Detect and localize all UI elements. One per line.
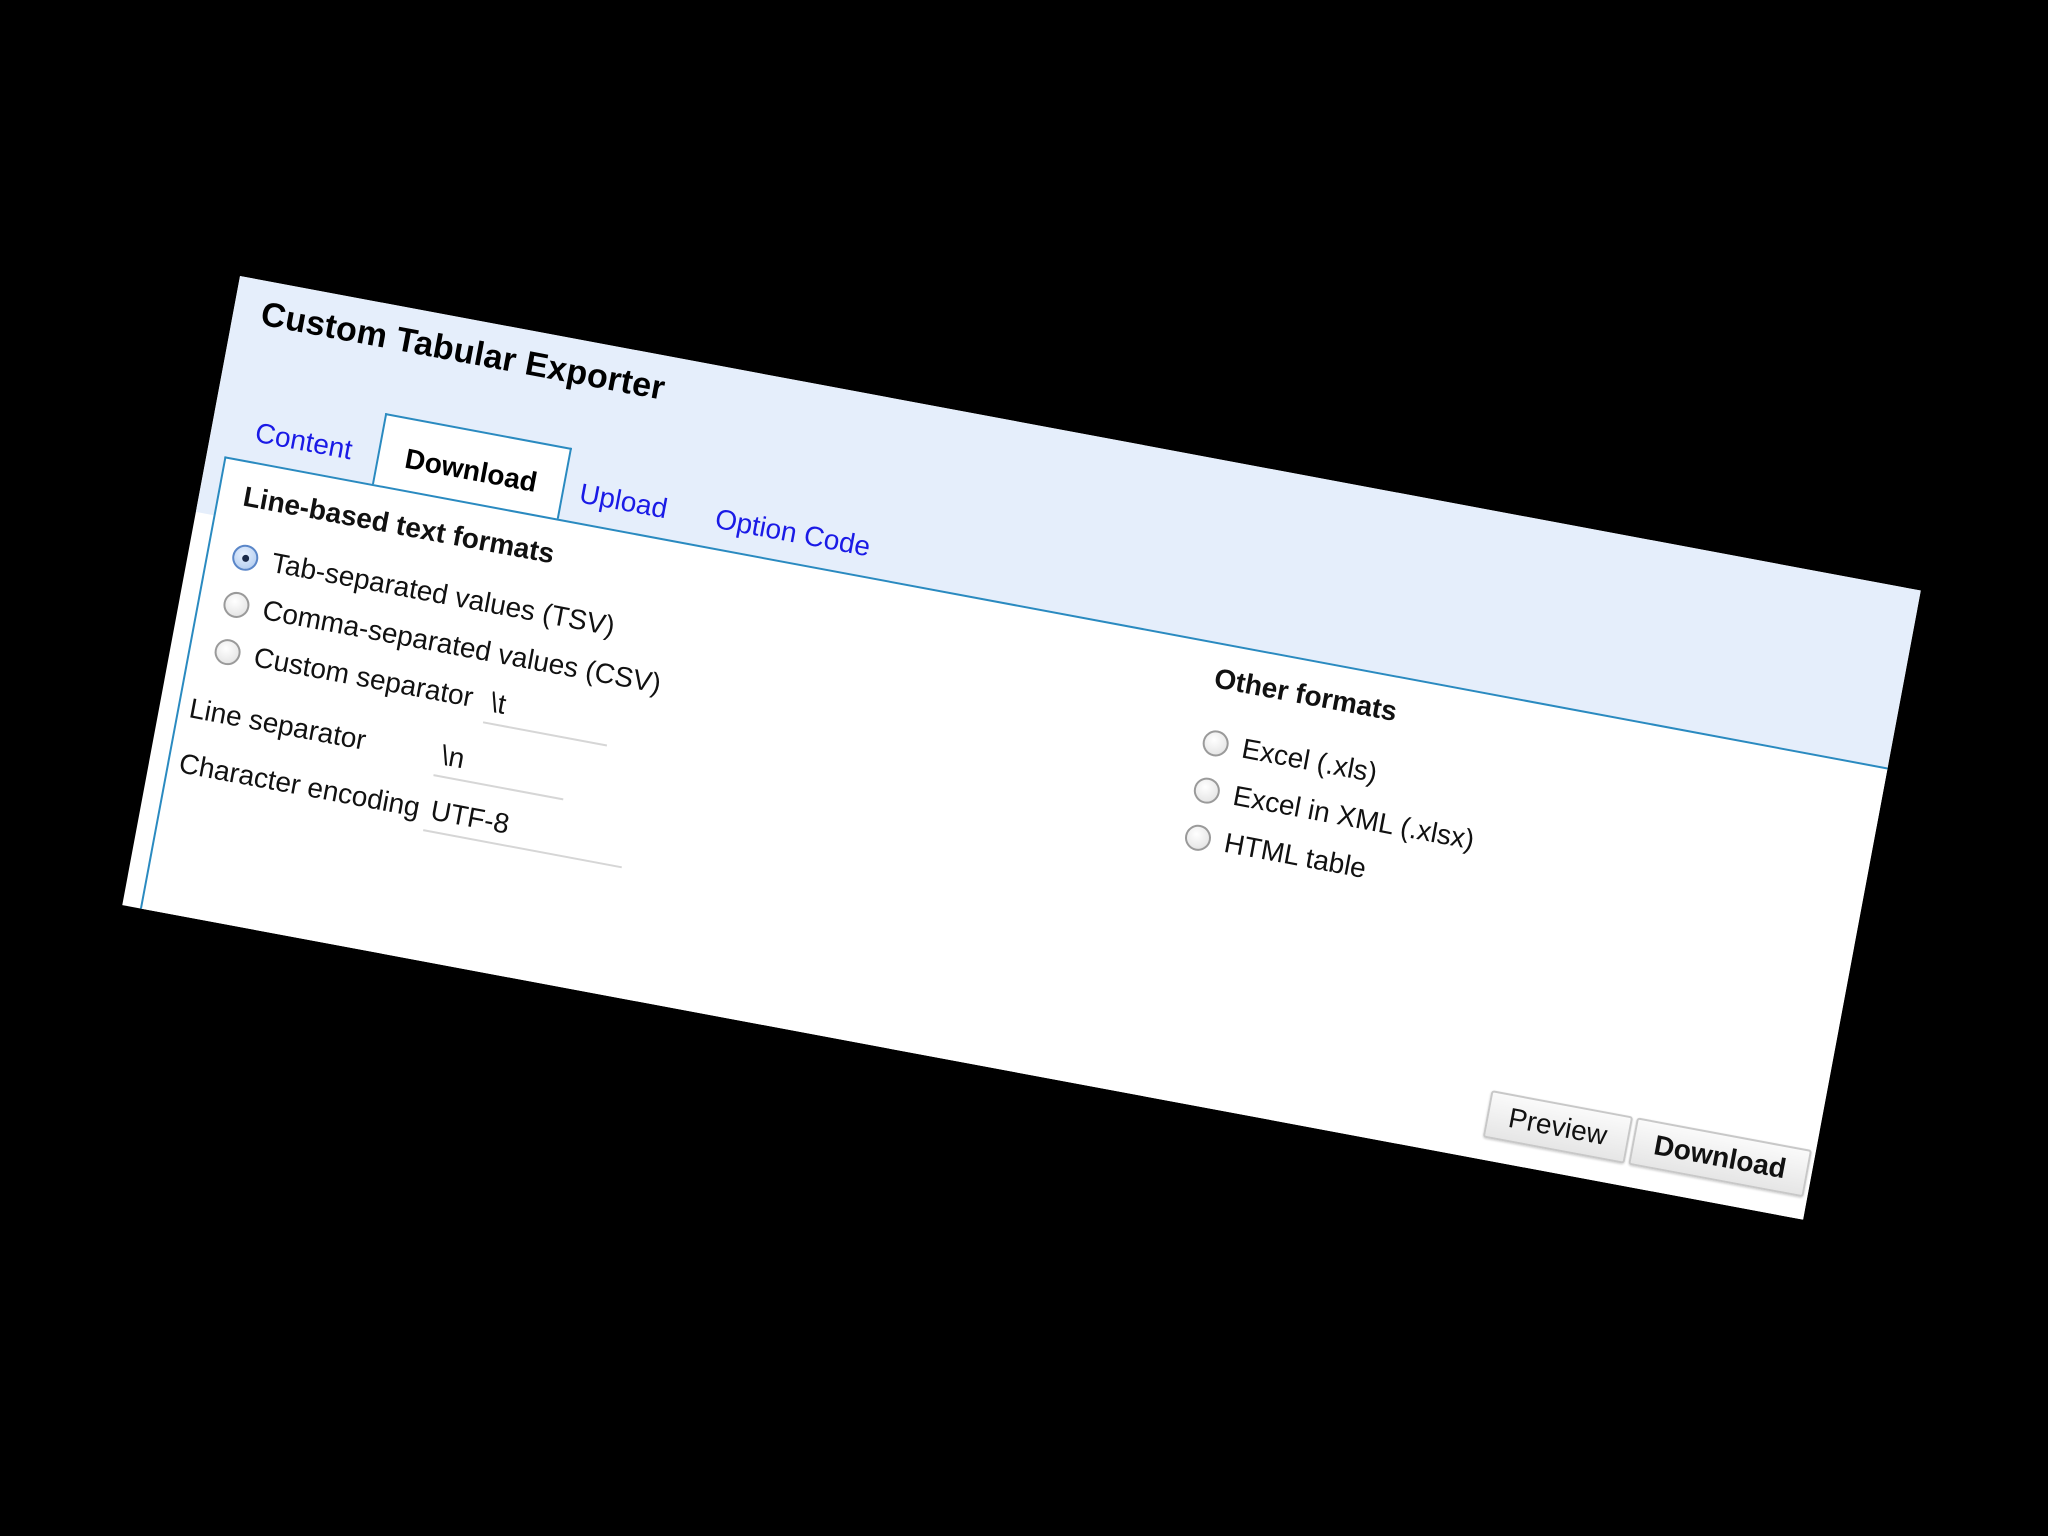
xls-radio[interactable] — [1200, 728, 1231, 759]
download-button[interactable]: Download — [1628, 1117, 1812, 1198]
other-formats-heading: Other formats — [1211, 662, 1400, 727]
html-table-radio[interactable] — [1182, 822, 1214, 853]
screen-background: Custom Tabular Exporter Content Download… — [0, 0, 2048, 1536]
exporter-dialog: Custom Tabular Exporter Content Download… — [122, 276, 1921, 1220]
line-separator-input[interactable] — [433, 734, 571, 801]
xlsx-radio[interactable] — [1191, 775, 1223, 806]
csv-radio[interactable] — [221, 589, 252, 621]
line-separator-label: Line separator — [186, 692, 369, 756]
custom-separator-radio[interactable] — [212, 636, 243, 668]
tsv-radio[interactable] — [230, 542, 261, 573]
preview-button[interactable]: Preview — [1482, 1090, 1633, 1164]
